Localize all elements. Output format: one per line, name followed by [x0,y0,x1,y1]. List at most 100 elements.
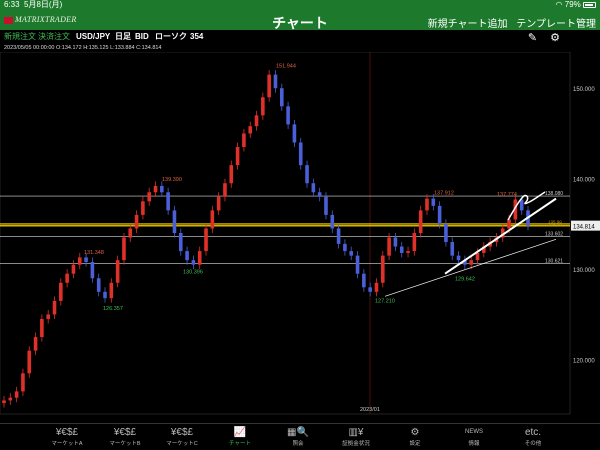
candle-body [160,185,164,193]
candle-body [399,246,404,253]
gear-icon[interactable]: ⚙ [550,32,560,44]
tab-market-c[interactable]: ¥€$£ マーケットC [152,426,212,447]
candle-body [59,282,63,301]
candle-body [431,198,436,206]
plot-frame [0,51,571,415]
ohlc-readout: 2023/05/05 00:00:00 O:134.172 H:135.125 … [4,45,162,51]
candle-body [235,147,240,166]
candle-body [21,373,25,392]
trough-price-label: 130.396 [183,270,203,276]
candle-body [393,237,398,247]
candle-body [14,391,19,398]
candle-body [191,260,196,265]
candle-body [122,237,126,261]
y-tick-label: 150.000 [573,87,595,93]
candle-body [279,88,284,107]
candle-body [374,282,379,292]
candle-body [204,228,208,252]
candle-body [128,228,133,238]
candle-body [115,260,120,283]
peak-price-label: 151.944 [276,64,296,70]
add-chart-button[interactable]: 新規チャート追加 [428,19,508,30]
candle-body [343,243,347,252]
x-tick-label: 2023/01 [360,407,380,413]
tab-chart[interactable]: 📈 チャート [210,426,270,447]
candle-body [172,210,177,233]
candle-body [197,251,202,265]
status-bar: 6:33 5月8日(月) ◠ 79% [0,0,600,10]
trough-price-label: 127.210 [375,298,395,304]
currency-icon: ¥€$£ [170,427,194,438]
candle-body [141,201,145,215]
candle-body [27,350,32,374]
chart-icon: 📈 [233,427,247,438]
y-tick-label: 140.000 [573,178,595,184]
settle-order-button[interactable]: 決済注文 [38,30,70,44]
candle-body [406,251,410,253]
bar-count-selector[interactable]: 354 [190,30,203,44]
currency-icon: ¥€$£ [113,427,137,438]
side-selector[interactable]: BID [135,30,149,44]
period-selector[interactable]: 日足 [115,30,131,44]
candle-body [456,255,461,261]
etc-icon: etc. [524,427,542,438]
peak-price-label: 131.348 [84,250,104,256]
candle-body [425,198,429,211]
tab-market-a[interactable]: ¥€$£ マーケットA [37,426,97,447]
candle-body [469,260,473,265]
margin-icon: ▥¥ [348,427,364,438]
settings-icon: ⚙ [410,427,420,438]
tab-other[interactable]: etc. その他 [503,426,563,447]
search-icon: ▦🔍 [287,427,309,438]
horizontal-line-label: 133.602 [545,232,563,238]
candle-body [52,300,57,315]
price-chart[interactable]: 138.080 133.602 130.621 135.00 134.80 151.94… [0,51,600,422]
candle-body [324,196,328,215]
chart-toolbar: 新規注文 決済注文 USD/JPY 日足 BID ローソク 354 ✎ ⚙ [0,30,600,44]
candle-body [242,133,246,148]
candle-body [507,219,511,229]
chart-type-selector[interactable]: ローソク [155,30,187,44]
candle-body [387,237,391,256]
wifi-icon: ◠ [555,0,563,9]
candle-body [185,251,189,261]
chart-svg[interactable]: 138.080133.602130.621135.00134.80 151.94… [0,51,600,422]
candle-body [475,252,480,261]
battery-pct: 79% [564,0,581,9]
candle-body [298,142,303,166]
new-order-button[interactable]: 新規注文 [4,30,36,44]
candle-body [450,242,455,256]
candle-body [33,337,38,351]
trough-price-label: 129.642 [455,276,475,282]
pencil-icon[interactable]: ✎ [528,32,537,44]
horizontal-line-label: 138.080 [545,191,563,197]
tab-market-b[interactable]: ¥€$£ マーケットB [95,426,155,447]
candle-body [2,400,6,404]
candle-body [444,223,448,243]
tab-inquiry[interactable]: ▦🔍 照会 [268,426,328,447]
nav-bar: MATRIXTRADER チャート 新規チャート追加 テンプレート管理 [0,10,600,31]
tab-settings[interactable]: ⚙ 設定 [385,426,445,447]
candle-body [210,210,215,229]
pair-selector[interactable]: USD/JPY [76,30,110,44]
candle-body [46,314,50,319]
tab-margin[interactable]: ▥¥ 証拠金状況 [326,426,386,447]
currency-icon: ¥€$£ [55,427,79,438]
candle-body [292,124,297,143]
candle-body [355,255,360,274]
candle-body [178,233,183,252]
y-tick-label: 130.000 [573,268,595,274]
news-icon: NEWS [465,429,483,435]
candle-body [336,228,341,244]
candle-body [223,183,227,197]
candle-body [71,264,76,274]
candle-body [84,257,88,262]
candle-body [273,74,278,89]
candle-body [77,257,82,265]
tab-news[interactable]: NEWS 情報 [444,426,504,447]
candle-body [286,106,290,125]
candle-body [305,165,309,184]
horizontal-line-label: 130.621 [545,259,563,265]
template-manage-button[interactable]: テンプレート管理 [516,19,596,30]
candle-body [134,214,139,229]
